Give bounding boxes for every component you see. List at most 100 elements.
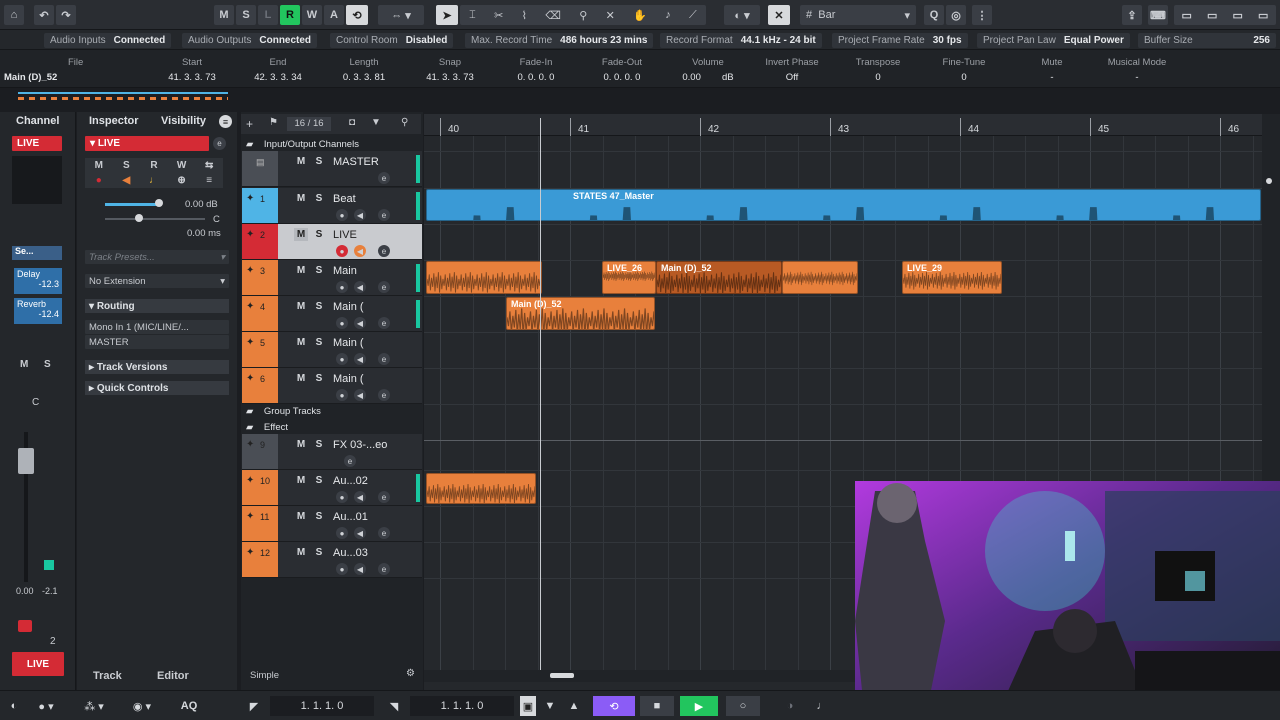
autoscroll-icon[interactable]: ⟲ (346, 5, 368, 25)
listen-button[interactable]: L (258, 5, 278, 25)
channel-tab[interactable]: Channel (16, 112, 59, 130)
track-color[interactable]: ✦ 6 (242, 368, 278, 403)
play-icon[interactable]: ▶ (680, 696, 718, 716)
monitor-icon[interactable]: ◀ (354, 209, 366, 221)
track-color[interactable]: ▤ (242, 151, 278, 186)
redo-icon[interactable]: ↷ (56, 5, 76, 25)
track-presets-select[interactable]: Track Presets... ▾ (85, 250, 229, 264)
filter-icon[interactable]: ▼ (371, 117, 381, 128)
drag-handle-icon[interactable]: ✦ (246, 439, 254, 450)
record-icon[interactable]: ● (85, 175, 113, 186)
track-name[interactable]: MASTER (333, 156, 379, 168)
track-solo-button[interactable]: S (312, 192, 326, 205)
monitor-icon[interactable]: ◀ (113, 175, 141, 186)
track-name[interactable]: LIVE (333, 229, 357, 241)
drag-handle-icon[interactable]: ✦ (246, 373, 254, 384)
track-presets-icon[interactable]: ⚑ (269, 117, 278, 128)
edit-channel-icon[interactable]: e (378, 317, 390, 329)
pan-slider-handle[interactable] (135, 214, 143, 222)
punch-out-icon[interactable]: ▲ (566, 696, 582, 716)
info-fade-in[interactable]: Fade-In 0. 0. 0. 0 (494, 50, 578, 88)
auto-quantize-button[interactable]: AQ (174, 696, 204, 716)
track-color[interactable]: ✦ 3 (242, 260, 278, 295)
track-master[interactable]: ▤ M S MASTER e (242, 151, 422, 187)
record-icon[interactable]: ○ (726, 696, 760, 716)
track-color[interactable]: ✦ 9 (242, 434, 278, 469)
layout-left-icon[interactable]: ▭ (1182, 9, 1192, 22)
drag-handle-icon[interactable]: ✦ (246, 193, 254, 204)
track-mute-button[interactable]: M (294, 300, 308, 313)
layout-full-icon[interactable]: ▭ (1258, 9, 1268, 22)
record-arm-icon[interactable]: ● (336, 491, 348, 503)
tracklist-mode[interactable]: Simple (250, 670, 279, 681)
track-mute-button[interactable]: M (294, 155, 308, 168)
glue-tool-icon[interactable]: ⌇ (522, 9, 527, 22)
info-length[interactable]: Length 0. 3. 3. 81 (322, 50, 406, 88)
audition-button[interactable]: A (324, 5, 344, 25)
monitor-icon[interactable]: ◀ (354, 527, 366, 539)
track-mute-button[interactable]: M (294, 510, 308, 523)
quick-controls-section[interactable]: ▸ Quick Controls (85, 381, 229, 395)
info-end[interactable]: End 42. 3. 3. 34 (236, 50, 320, 88)
edit-channel-icon[interactable]: e (378, 281, 390, 293)
track-main-6[interactable]: ✦ 6 M S Main (● ◀ e (242, 368, 422, 404)
track-main-4[interactable]: ✦ 4 M S Main (● ◀ e (242, 296, 422, 332)
activity-icon[interactable]: ◐ (6, 696, 22, 716)
cycle-icon[interactable]: ⟲ (593, 696, 635, 716)
write-button[interactable]: W (168, 160, 196, 171)
drag-handle-icon[interactable]: ✦ (246, 301, 254, 312)
camera-icon[interactable]: ◘ (349, 117, 355, 128)
routing-section[interactable]: ▾ Routing (85, 299, 229, 313)
record-enable-icon[interactable] (18, 620, 32, 632)
insert-reverb[interactable]: Reverb -12.4 (14, 298, 62, 324)
input-routing-select[interactable]: Mono In 1 (MIC/LINE/... (85, 320, 229, 334)
ruler[interactable]: 40 41 42 43 44 45 46 (424, 114, 1262, 136)
layout-right-icon[interactable]: ▭ (1233, 9, 1243, 22)
read-button[interactable]: R (140, 160, 168, 171)
status-buffer-size[interactable]: Buffer Size 256 (1138, 33, 1276, 48)
track-mute-button[interactable]: M (294, 336, 308, 349)
track-fx-9[interactable]: ✦ 9 M S FX 03-...eo e (242, 434, 422, 470)
channel-volume[interactable]: 0.00 (16, 586, 34, 596)
record-arm-icon[interactable]: ● (336, 389, 348, 401)
info-musical-mode[interactable]: Musical Mode - (1096, 50, 1178, 88)
edit-channel-icon[interactable]: e (378, 245, 390, 257)
volume-slider-handle[interactable] (155, 199, 163, 207)
record-arm-icon[interactable]: ● (336, 527, 348, 539)
settings-icon[interactable]: ⚙ (406, 668, 415, 679)
folder-io-channels[interactable]: ▰ Input/Output Channels (246, 139, 359, 150)
record-arm-icon[interactable]: ● (336, 353, 348, 365)
track-name[interactable]: Main ( (333, 301, 364, 313)
track-name[interactable]: Main (333, 265, 357, 277)
channel-mute-button[interactable]: M (20, 359, 28, 370)
export-icon[interactable]: ⇪ (1122, 5, 1142, 25)
track-mute-button[interactable]: M (294, 372, 308, 385)
info-transpose[interactable]: Transpose 0 (838, 50, 918, 88)
track-solo-button[interactable]: S (312, 264, 326, 277)
clip-main-d-52[interactable]: Main (D)_52 (506, 297, 655, 330)
inspector-tab[interactable]: Inspector (89, 112, 139, 130)
track-audio-12[interactable]: ✦ 12 M S Au...03 ● ◀ e (242, 542, 422, 578)
track-color[interactable]: ✦ 12 (242, 542, 278, 577)
mute-global-button[interactable]: M (214, 5, 234, 25)
right-locator-display[interactable]: 1. 1. 1. 0 (410, 696, 514, 716)
mute-tool-icon[interactable]: ✕ (606, 9, 615, 22)
grid-type-select[interactable]: # Bar ▾ (800, 5, 916, 25)
horizontal-scrollbar[interactable] (424, 670, 855, 682)
solo-global-button[interactable]: S (236, 5, 256, 25)
split-tool-icon[interactable]: ✂ (494, 9, 503, 22)
read-automation-button[interactable]: R (280, 5, 300, 25)
track-solo-button[interactable]: S (312, 372, 326, 385)
record-arm-icon[interactable]: ● (336, 281, 348, 293)
info-start[interactable]: Start 41. 3. 3. 73 (150, 50, 234, 88)
inspector-track-name[interactable]: ▾ LIVE (85, 136, 209, 151)
track-mute-button[interactable]: M (294, 228, 308, 241)
solo-button[interactable]: S (113, 160, 141, 171)
clip-main-d-52-selected[interactable]: Main (D)_52 (656, 261, 782, 294)
audio-icon[interactable]: ⁂ ▾ (78, 696, 110, 716)
visible-track-count[interactable]: 16 / 16 (287, 117, 331, 131)
clip-live-26[interactable]: LIVE_26 (602, 261, 656, 294)
track-color[interactable]: ✦ 10 (242, 470, 278, 505)
lanes-icon[interactable]: ≡ (195, 175, 223, 186)
write-automation-button[interactable]: W (302, 5, 322, 25)
